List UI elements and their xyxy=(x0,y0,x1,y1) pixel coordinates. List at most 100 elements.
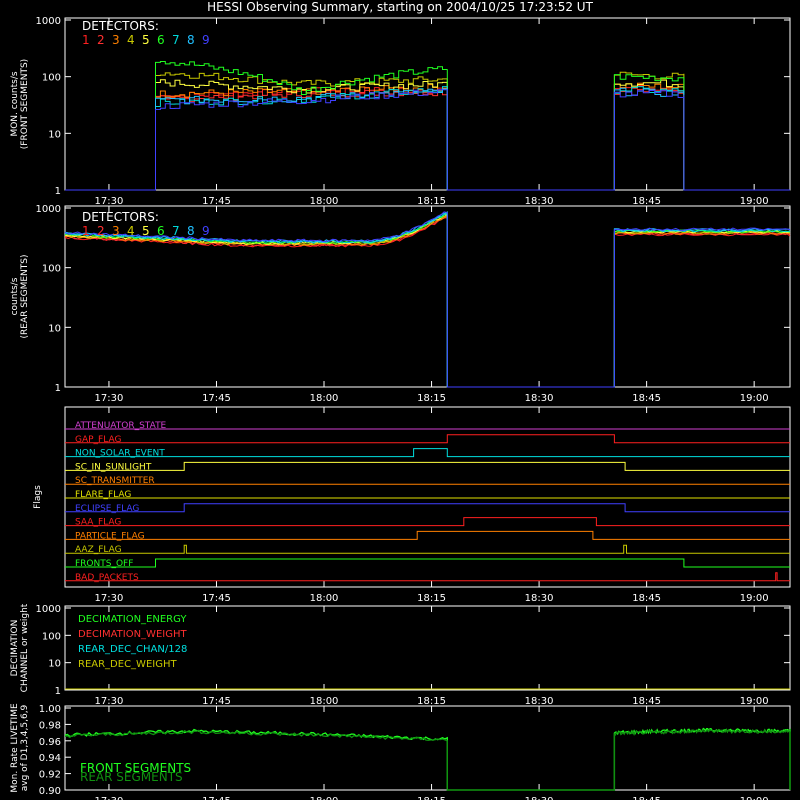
y-tick-label: 0.98 xyxy=(39,720,61,731)
x-tick-label: 17:30 xyxy=(95,393,124,404)
x-tick-label: 18:30 xyxy=(525,393,554,404)
y-tick-label: 1000 xyxy=(36,16,61,27)
y-axis-label: Mon. Rate LIVETIME xyxy=(10,703,20,793)
flag-label: BAD_PACKETS xyxy=(75,573,139,583)
rear-series-7 xyxy=(64,213,791,388)
y-tick-label: 1.00 xyxy=(39,704,61,715)
legend-entry: 6 xyxy=(157,33,165,47)
x-tick-label: 18:00 xyxy=(310,696,339,707)
flag-line-eclipse_flag xyxy=(65,503,790,513)
x-tick-label: 18:00 xyxy=(310,593,339,604)
x-tick-label: 18:15 xyxy=(417,696,446,707)
y-tick-label: 0.90 xyxy=(39,786,61,797)
y-axis-label: (REAR SEGMENTS) xyxy=(20,254,30,338)
flag-line-aaz_flag xyxy=(65,544,790,554)
x-tick-label: 18:45 xyxy=(632,796,661,800)
legend-entry: 3 xyxy=(112,33,120,47)
flag-label: SAA_FLAG xyxy=(75,518,121,528)
flag-line-saa_flag xyxy=(65,517,790,527)
y-tick-label: 10 xyxy=(48,659,61,670)
legend-entry: 9 xyxy=(202,224,210,238)
x-tick-label: 18:30 xyxy=(525,196,554,207)
flag-label: FLARE_FLAG xyxy=(75,490,131,500)
legend-entry: 4 xyxy=(127,224,135,238)
legend-entry: 9 xyxy=(202,33,210,47)
x-tick-label: 17:45 xyxy=(202,196,231,207)
flag-label: GAP_FLAG xyxy=(75,435,121,445)
flag-line-sc_in_sunlight xyxy=(65,461,790,471)
x-tick-label: 18:15 xyxy=(417,393,446,404)
flag-label: PARTICLE_FLAG xyxy=(75,531,145,541)
y-tick-label: 0.94 xyxy=(39,753,61,764)
front-series-1 xyxy=(65,85,790,191)
x-tick-label: 18:00 xyxy=(310,196,339,207)
rear-series-1 xyxy=(64,217,791,388)
flag-label: NON_SOLAR_EVENT xyxy=(75,449,165,459)
x-tick-label: 18:15 xyxy=(417,196,446,207)
legend-entry: 7 xyxy=(172,224,180,238)
y-tick-label: 1000 xyxy=(36,604,61,615)
decimation-legend-entry: REAR_DEC_WEIGHT xyxy=(78,659,177,670)
livetime-legend-entry: REAR SEGMENTS xyxy=(80,770,183,784)
legend-entry: 8 xyxy=(187,224,195,238)
y-tick-label: 1 xyxy=(55,186,61,197)
legend-entry: 5 xyxy=(142,224,150,238)
legend-entry: 1 xyxy=(82,33,90,47)
x-tick-label: 19:00 xyxy=(740,393,769,404)
y-tick-label: 100 xyxy=(42,73,61,84)
legend-entry: 5 xyxy=(142,33,150,47)
x-tick-label: 17:45 xyxy=(202,393,231,404)
rear-series-3 xyxy=(64,215,791,388)
legend-entry: 2 xyxy=(97,224,105,238)
flag-line-gap_flag xyxy=(65,434,790,444)
x-tick-label: 18:15 xyxy=(417,593,446,604)
x-tick-label: 19:00 xyxy=(740,696,769,707)
y-axis-label: counts/s xyxy=(10,277,20,315)
x-tick-label: 18:00 xyxy=(310,796,339,800)
decimation-legend-entry: REAR_DEC_CHAN/128 xyxy=(78,644,187,655)
x-tick-label: 19:00 xyxy=(740,593,769,604)
x-tick-label: 18:45 xyxy=(632,593,661,604)
flag-label: AAZ_FLAG xyxy=(75,545,122,555)
x-tick-label: 17:45 xyxy=(202,593,231,604)
y-tick-label: 10 xyxy=(48,129,61,140)
x-tick-label: 17:45 xyxy=(202,796,231,800)
x-tick-label: 17:30 xyxy=(95,796,124,800)
x-tick-label: 18:45 xyxy=(632,696,661,707)
front-series-8 xyxy=(65,87,790,191)
legend-entry: 4 xyxy=(127,33,135,47)
front-series-7 xyxy=(65,86,790,191)
y-axis-label: DECIMATION xyxy=(10,620,20,677)
y-tick-label: 0.92 xyxy=(39,770,61,781)
y-tick-label: 100 xyxy=(42,264,61,275)
flag-label: ATTENUATOR_STATE xyxy=(75,421,167,431)
observing-summary-chart: HESSI Observing Summary, starting on 200… xyxy=(10,0,791,800)
flag-label: FRONTS_OFF xyxy=(75,559,133,569)
x-tick-label: 18:30 xyxy=(525,796,554,800)
x-tick-label: 18:00 xyxy=(310,393,339,404)
plot-frame-flags xyxy=(64,406,791,588)
decimation-legend-entry: DECIMATION_WEIGHT xyxy=(78,629,187,640)
y-tick-label: 100 xyxy=(42,631,61,642)
x-tick-label: 19:00 xyxy=(740,796,769,800)
legend-title: DETECTORS: xyxy=(82,19,159,33)
y-tick-label: 1 xyxy=(55,686,61,697)
flag-line-fronts_off xyxy=(65,558,790,568)
flag-label: SC_TRANSMITTER xyxy=(75,476,155,486)
y-tick-label: 1000 xyxy=(36,204,61,215)
x-tick-label: 18:45 xyxy=(632,393,661,404)
y-axis-label: MON. counts/s xyxy=(10,71,20,136)
legend-title: DETECTORS: xyxy=(82,210,159,224)
x-tick-label: 17:30 xyxy=(95,696,124,707)
flag-line-particle_flag xyxy=(65,530,790,540)
y-axis-label: (FRONT SEGMENTS) xyxy=(20,59,30,149)
rear-series-9 xyxy=(64,211,791,388)
flag-line-bad_packets xyxy=(65,572,790,582)
legend-entry: 3 xyxy=(112,224,120,238)
x-tick-label: 18:15 xyxy=(417,796,446,800)
y-axis-label: CHANNEL or weight xyxy=(20,603,30,692)
flag-label: SC_IN_SUNLIGHT xyxy=(75,462,152,472)
x-tick-label: 18:30 xyxy=(525,593,554,604)
legend-entry: 2 xyxy=(97,33,105,47)
x-tick-label: 18:30 xyxy=(525,696,554,707)
